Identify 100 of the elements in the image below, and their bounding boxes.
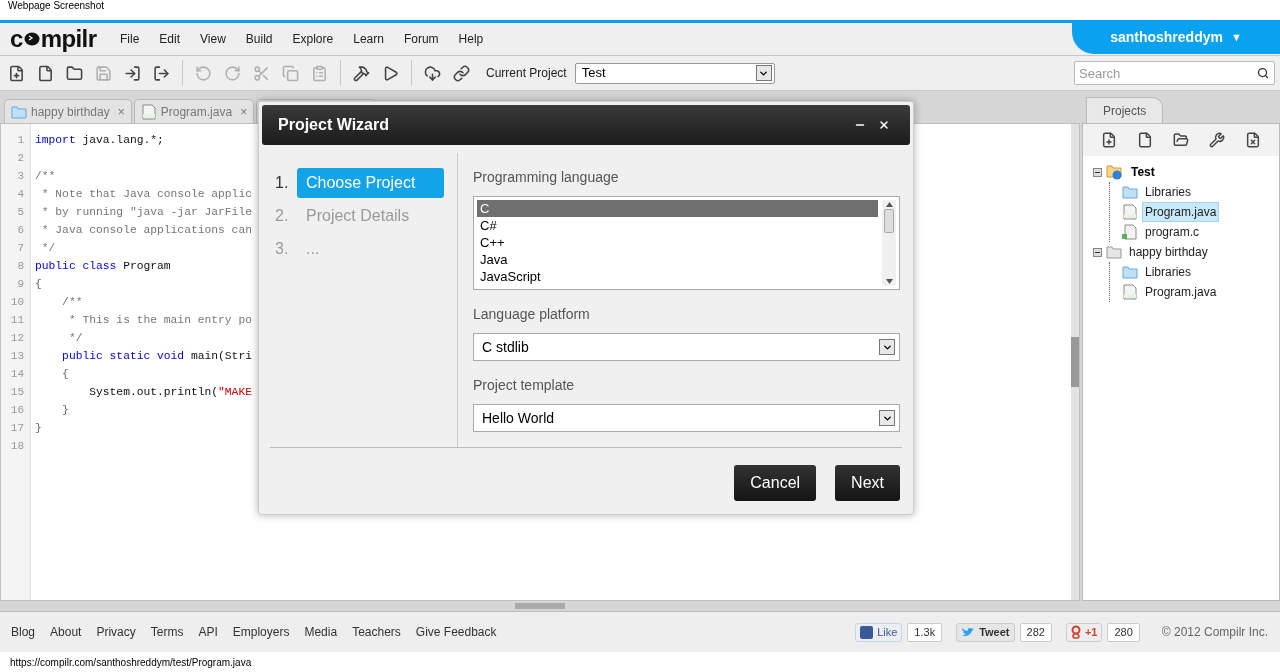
list-option[interactable]: C# (477, 217, 878, 234)
line-number: 6 (16, 223, 25, 238)
line-number: 12 (9, 331, 25, 346)
code-line: System.out.println("MAKE (88, 385, 252, 400)
new-file-icon[interactable] (8, 64, 25, 82)
new-file-icon[interactable] (1101, 132, 1117, 148)
menu-item[interactable]: Forum (393, 30, 449, 48)
folder-icon (11, 104, 27, 119)
tree-item[interactable]: program.c (1142, 222, 1203, 242)
file-icon (1122, 204, 1138, 220)
list-option[interactable]: C (477, 200, 878, 217)
share-count: 1.3k (907, 622, 943, 642)
line-number: 16 (9, 403, 25, 418)
line-number: 8 (16, 259, 25, 274)
folder-icon[interactable] (66, 64, 83, 82)
step-number: 2. (275, 205, 289, 226)
tree-item[interactable]: Libraries (1142, 182, 1195, 202)
menu-item[interactable]: Help (448, 30, 494, 48)
field-label: Language platform (473, 305, 591, 324)
footer-link[interactable]: Blog (11, 623, 36, 641)
share-count: 282 (1019, 622, 1052, 642)
code-line: public static void main(Stri (61, 349, 252, 364)
dropdown-icon (879, 410, 895, 426)
dropdown-icon (755, 65, 772, 81)
import-icon[interactable] (124, 64, 141, 82)
footer-link[interactable]: Employers (232, 623, 290, 641)
menu-item[interactable]: View (190, 30, 236, 48)
folder-icon (1106, 164, 1124, 180)
scrollbar-thumb[interactable] (884, 209, 894, 233)
step-number: 3. (275, 238, 289, 259)
menu-item[interactable]: Build (235, 30, 283, 48)
share-count: 280 (1107, 622, 1140, 642)
cancel-button[interactable]: Cancel (734, 465, 817, 501)
folder-icon[interactable] (1173, 132, 1189, 148)
scroll-up-icon[interactable] (885, 202, 893, 207)
plus-one-button[interactable]: +1 (1065, 622, 1103, 642)
code-line: import java.lang.*; (35, 133, 164, 148)
menu-item[interactable]: File (110, 30, 150, 48)
collapse-toggle-icon[interactable] (1093, 247, 1102, 257)
splitter-handle[interactable] (515, 603, 565, 609)
search-field[interactable]: Search (1074, 61, 1275, 85)
cloud-download-icon[interactable] (424, 64, 441, 82)
footer-link[interactable]: Teachers (352, 623, 401, 641)
footer-link[interactable]: Give Feedback (415, 623, 497, 641)
list-option[interactable]: C++ (477, 234, 878, 251)
projects-tab[interactable]: Projects (1086, 97, 1164, 123)
tree-item[interactable]: happy birthday (1126, 242, 1211, 262)
footer-link[interactable]: Privacy (96, 623, 136, 641)
like-button[interactable]: Like (855, 622, 903, 642)
folder-icon (1106, 245, 1122, 259)
wrench-icon[interactable] (1209, 132, 1225, 148)
next-button[interactable]: Next (835, 465, 900, 501)
footer-link[interactable]: About (50, 623, 82, 641)
code-line: * Java console applications can (40, 223, 252, 238)
delete-file-icon[interactable] (1245, 132, 1261, 148)
file-icon[interactable] (1137, 132, 1153, 148)
code-line: { (61, 367, 69, 382)
close-icon[interactable] (878, 119, 890, 131)
export-icon[interactable] (153, 64, 170, 82)
tree-item[interactable]: Test (1128, 162, 1158, 182)
line-number: 4 (16, 187, 25, 202)
close-icon[interactable]: × (240, 102, 248, 121)
play-icon[interactable] (382, 64, 399, 82)
footer-link[interactable]: Media (304, 623, 338, 641)
code-line: * by running "java -jar JarFile (40, 205, 252, 220)
list-option[interactable]: JavaScript (477, 268, 878, 285)
collapse-toggle-icon[interactable] (1093, 167, 1102, 177)
template-select[interactable]: Hello World (473, 404, 900, 432)
current-project-select[interactable]: Test (574, 62, 775, 84)
file-icon (140, 103, 157, 120)
scrollbar-thumb[interactable] (1071, 337, 1079, 387)
list-option[interactable]: Java (477, 251, 878, 268)
menu-item[interactable]: Explore (282, 30, 344, 48)
line-number: 7 (16, 241, 25, 256)
platform-select[interactable]: C stdlib (473, 333, 900, 361)
line-number: 1 (16, 133, 25, 148)
tree-item[interactable]: Program.java (1142, 202, 1220, 222)
editor-tab[interactable]: happy birthday × (4, 99, 132, 123)
hammer-icon[interactable] (353, 64, 370, 82)
footer-link[interactable]: Terms (150, 623, 184, 641)
page-caption: Webpage Screenshot (8, 0, 104, 12)
menu-item[interactable]: Learn (343, 30, 394, 48)
code-line: * Note that Java console applic (40, 187, 252, 202)
tree-item[interactable]: Program.java (1142, 282, 1220, 302)
tree-item[interactable]: Libraries (1142, 262, 1195, 282)
language-listbox[interactable]: C C# C++ Java JavaScript (473, 196, 900, 290)
folder-icon (1122, 185, 1138, 199)
file-icon[interactable] (37, 64, 54, 82)
code-line: * This is the main entry po (67, 313, 252, 328)
code-line: */ (67, 331, 83, 346)
scroll-down-icon[interactable] (885, 279, 893, 284)
editor-tab[interactable]: Program.java × (133, 99, 255, 123)
logo[interactable]: c mpilr (10, 27, 100, 51)
link-icon[interactable] (453, 64, 470, 82)
menu-item[interactable]: Edit (149, 30, 191, 48)
footer-link[interactable]: API (198, 623, 218, 641)
field-label: Project template (473, 376, 576, 395)
tweet-button[interactable]: Tweet (956, 622, 1015, 642)
code-line: { (35, 277, 42, 292)
close-icon[interactable]: × (117, 102, 125, 121)
